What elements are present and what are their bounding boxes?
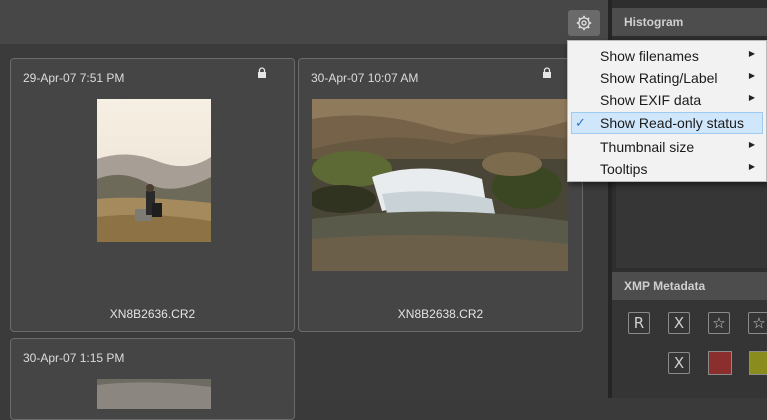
- label-red-swatch[interactable]: [708, 351, 732, 375]
- menu-item-label: Show Rating/Label: [600, 70, 718, 86]
- menu-item-show-filenames[interactable]: Show filenames ▶: [571, 45, 763, 67]
- clear-label-button[interactable]: X: [668, 352, 690, 374]
- thumbnail-filename: XN8B2638.CR2: [397, 307, 484, 321]
- label-yellow-swatch[interactable]: [749, 351, 767, 375]
- menu-item-label: Show Read-only status: [600, 115, 744, 131]
- star-2-button[interactable]: ☆: [748, 312, 767, 334]
- thumbnail-card[interactable]: 30-Apr-07 10:07 AM XN8B2638.CR2: [298, 58, 583, 332]
- xmp-panel-header[interactable]: XMP Metadata: [612, 272, 767, 300]
- submenu-arrow-icon: ▶: [748, 140, 755, 149]
- menu-item-label: Tooltips: [600, 161, 648, 177]
- menu-item-label: Show filenames: [600, 48, 699, 64]
- star-1-button[interactable]: ☆: [708, 312, 730, 334]
- menu-item-thumbnail-size[interactable]: Thumbnail size ▶: [571, 136, 763, 158]
- read-only-label: R: [633, 314, 645, 332]
- thumbnail-image: [312, 99, 568, 271]
- settings-button[interactable]: [568, 10, 600, 36]
- star-icon: ☆: [752, 314, 766, 332]
- read-only-button[interactable]: R: [628, 312, 650, 334]
- thumbnail-date: 30-Apr-07 1:15 PM: [23, 351, 125, 365]
- menu-item-show-rating-label[interactable]: Show Rating/Label ▶: [571, 67, 763, 89]
- submenu-arrow-icon: ▶: [748, 49, 755, 58]
- checkmark-icon: ✓: [575, 115, 586, 130]
- reject-label: X: [673, 314, 685, 332]
- view-options-menu: Show filenames ▶ Show Rating/Label ▶ Sho…: [567, 40, 767, 182]
- thumbnail-image: [97, 99, 211, 242]
- reject-button[interactable]: X: [668, 312, 690, 334]
- histogram-title: Histogram: [624, 15, 684, 29]
- gear-icon: [576, 15, 592, 31]
- menu-item-label: Show EXIF data: [600, 92, 702, 108]
- menu-item-tooltips[interactable]: Tooltips ▶: [571, 158, 763, 180]
- star-icon: ☆: [712, 314, 726, 332]
- menu-item-label: Thumbnail size: [600, 139, 695, 155]
- thumbnail-date: 30-Apr-07 10:07 AM: [311, 71, 419, 85]
- thumbnail-card[interactable]: 29-Apr-07 7:51 PM XN8B2636.CR2: [10, 58, 295, 332]
- lock-icon: [543, 67, 551, 78]
- clear-label: X: [673, 354, 685, 372]
- thumbnail-toolbar: [0, 0, 608, 44]
- thumbnail-card[interactable]: 30-Apr-07 1:15 PM: [10, 338, 295, 420]
- submenu-arrow-icon: ▶: [748, 71, 755, 80]
- thumbnail-image: [97, 379, 211, 409]
- thumbnail-date: 29-Apr-07 7:51 PM: [23, 71, 125, 85]
- lock-icon: [258, 67, 266, 78]
- thumbnail-filename: XN8B2636.CR2: [109, 307, 196, 321]
- xmp-title: XMP Metadata: [624, 279, 706, 293]
- submenu-arrow-icon: ▶: [748, 93, 755, 102]
- menu-item-show-read-only-status[interactable]: ✓ Show Read-only status: [571, 112, 763, 134]
- submenu-arrow-icon: ▶: [748, 162, 755, 171]
- menu-item-show-exif-data[interactable]: Show EXIF data ▶: [571, 89, 763, 111]
- histogram-panel-header[interactable]: Histogram: [612, 8, 767, 36]
